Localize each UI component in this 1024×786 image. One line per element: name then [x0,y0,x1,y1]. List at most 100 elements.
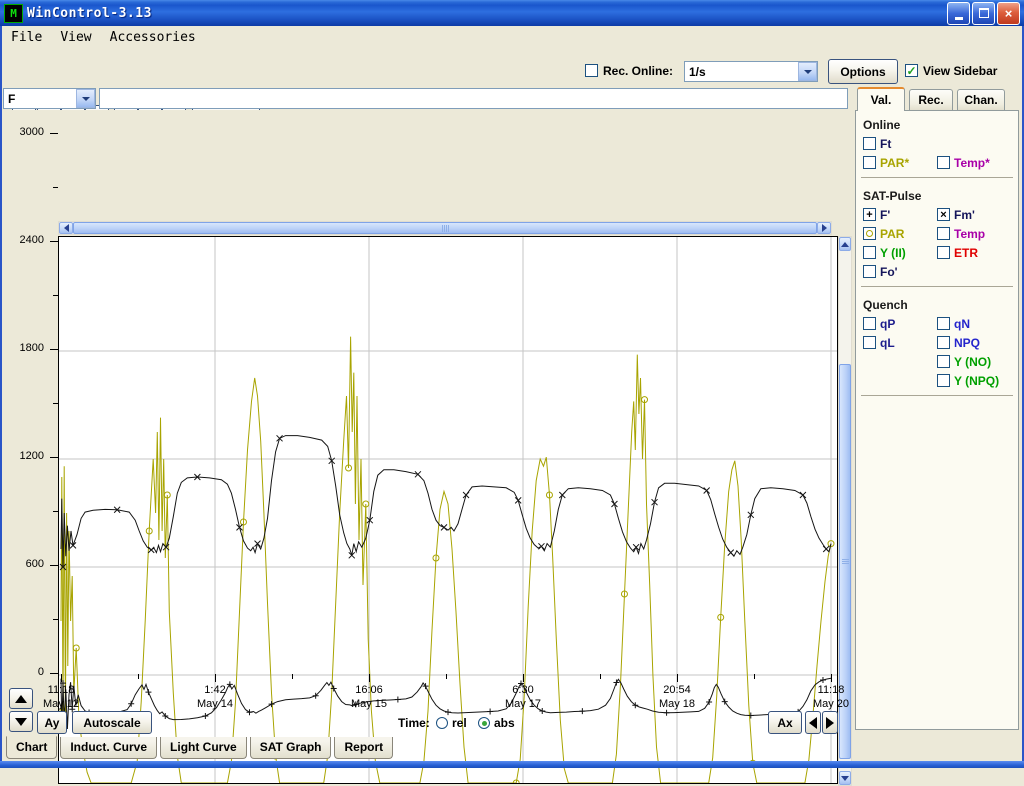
radio-dot-icon [482,721,487,726]
y-tick-label: 3000 [0,126,44,138]
tab-report[interactable]: Report [334,737,393,759]
channel-combobox[interactable]: F [3,88,96,109]
x-tick-date-label: May 15 [339,698,399,710]
fo-checkbox[interactable] [863,265,876,278]
menu-view[interactable]: View [51,28,100,47]
vscroll-down-button[interactable] [839,771,851,785]
fm-label: Fm' [954,208,975,222]
sidebar-tab-chan[interactable]: Chan. [957,89,1005,110]
options-button-label: Options [840,65,885,79]
npq-checkbox[interactable] [937,336,950,349]
window-title: WinControl-3.13 [27,6,152,21]
tab-light-curve[interactable]: Light Curve [160,737,247,759]
x-tick-date-label: May 12 [31,698,91,710]
ynpq-label: Y (NPQ) [954,374,999,388]
autoscale-button[interactable]: Autoscale [72,711,152,734]
x-tick-time-label: 11:18 [801,684,861,696]
restore-icon [979,8,989,18]
etr-checkbox[interactable] [937,246,950,259]
x-tick-date-label: May 17 [493,698,553,710]
ay-button[interactable]: Ay [37,711,67,734]
ql-checkbox[interactable] [863,336,876,349]
tab-sat-graph[interactable]: SAT Graph [250,737,332,759]
fm-checkbox[interactable]: × [937,208,950,221]
hscroll-left-button[interactable] [59,222,73,234]
qp-label: qP [880,317,895,331]
scroll-up-icon [841,242,849,247]
qn-label: qN [954,317,970,331]
y-scroll-down-button[interactable] [9,711,33,732]
x-tick-time-label: 6:30 [493,684,553,696]
yii-label: Y (II) [880,246,906,260]
par-checkbox[interactable] [863,156,876,169]
down-arrow-icon [15,718,27,726]
app-window: M WinControl-3.13 × FileViewAccessories [0,0,1024,768]
x-scroll-left-button[interactable] [805,711,821,734]
ax-button-label: Ax [777,716,792,730]
minimize-icon [955,17,963,20]
time-abs-radio[interactable] [478,717,490,729]
time-label: Time: [398,716,430,730]
channel-dropdown-arrow-icon[interactable] [76,89,95,108]
y-tick-label: 1200 [0,450,44,462]
npq-label: NPQ [954,336,980,350]
record-title-field[interactable] [99,88,848,109]
chart-hscrollbar[interactable] [58,221,832,235]
qn-checkbox[interactable] [937,317,950,330]
interval-dropdown-arrow-icon[interactable] [798,62,817,81]
y-scroll-up-button[interactable] [9,688,33,709]
interval-combobox[interactable]: 1/s [684,61,818,82]
qp-checkbox[interactable] [863,317,876,330]
par-label: PAR [880,227,904,241]
y-tick-label: 0 [0,666,44,678]
rec-online-checkbox[interactable] [585,64,598,77]
menubar: FileViewAccessories [2,26,1022,49]
scroll-left-icon [64,224,69,232]
temp-checkbox[interactable] [937,227,950,240]
view-sidebar-label: View Sidebar [923,64,997,78]
ft-label: Ft [880,137,891,151]
x-tick-time-label: 1:42 [185,684,245,696]
hscroll-thumb[interactable] [73,222,817,234]
f-checkbox[interactable]: + [863,208,876,221]
restore-button[interactable] [972,2,995,25]
yno-checkbox[interactable] [937,355,950,368]
x-scroll-right-button[interactable] [822,711,838,734]
menu-accessories[interactable]: Accessories [101,28,205,47]
checkmark-icon: ✓ [906,66,916,76]
par-label: PAR* [880,156,909,170]
tab-chart[interactable]: Chart [6,736,57,759]
y-tick-label: 1800 [0,342,44,354]
interval-value: 1/s [685,65,798,79]
left-arrow-icon [809,717,817,729]
scroll-right-icon [822,224,827,232]
minimize-button[interactable] [947,2,970,25]
yii-checkbox[interactable] [863,246,876,259]
rec-online-label: Rec. Online: [603,64,673,78]
ft-checkbox[interactable] [863,137,876,150]
close-button[interactable]: × [997,2,1020,25]
ax-button[interactable]: Ax [768,711,802,734]
temp-label: Temp [954,227,985,241]
tab-induct-curve[interactable]: Induct. Curve [60,737,157,759]
vscroll-up-button[interactable] [839,237,851,251]
options-button[interactable]: Options [828,59,898,84]
titlebar: M WinControl-3.13 × [0,0,1024,26]
etr-label: ETR [954,246,978,260]
temp-checkbox[interactable] [937,156,950,169]
par-checkbox[interactable] [863,227,876,240]
sidebar-tab-rec[interactable]: Rec. [909,89,953,110]
time-rel-radio[interactable] [436,717,448,729]
y-tick-label: 600 [0,558,44,570]
hscroll-right-button[interactable] [817,222,831,234]
view-sidebar-checkbox[interactable]: ✓ [905,64,918,77]
menu-file[interactable]: File [2,28,51,47]
scroll-down-icon [841,776,849,781]
yno-label: Y (NO) [954,355,991,369]
temp-label: Temp* [954,156,990,170]
sidebar-panel: OnlineFtPAR*Temp*SAT-Pulse+F'×Fm'PARTemp… [855,110,1019,730]
ynpq-checkbox[interactable] [937,374,950,387]
x-axis: 11:18May 121:42May 1416:06May 156:30May … [58,674,848,722]
app-icon: M [4,4,23,23]
sidebar-tab-val[interactable]: Val. [857,87,905,111]
